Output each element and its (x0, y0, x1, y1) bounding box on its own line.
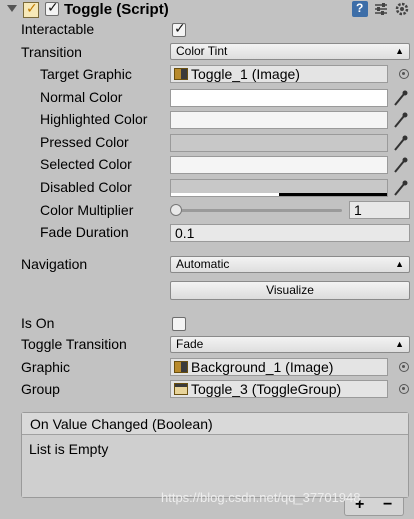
event-header: On Value Changed (Boolean) (22, 413, 408, 435)
is-on-checkbox[interactable] (172, 317, 186, 331)
visualize-button[interactable]: Visualize (170, 281, 410, 300)
group-field[interactable]: Toggle_3 (ToggleGroup) (170, 380, 409, 398)
toggle-component-icon: ✓ (23, 0, 39, 18)
empty-list-text: List is Empty (29, 441, 109, 457)
watermark: https://blog.csdn.net/qq_37701948 (161, 490, 361, 505)
navigation-label: Navigation (21, 256, 88, 272)
transition-dropdown[interactable]: Color Tint ▲ (170, 43, 410, 60)
toggle-transition-label: Toggle Transition (21, 336, 127, 352)
transition-value: Color Tint (176, 44, 228, 58)
group-label: Group (21, 381, 60, 397)
check-icon: ✓ (174, 20, 186, 36)
preset-sliders-icon[interactable] (373, 1, 389, 17)
pressed-color-swatch[interactable] (170, 134, 388, 152)
alpha-bar (171, 193, 279, 196)
normal-color-swatch[interactable] (170, 89, 388, 107)
normal-color-label: Normal Color (40, 89, 123, 105)
event-list-body: List is Empty (22, 435, 408, 497)
target-graphic-field[interactable]: Toggle_1 (Image) (170, 65, 409, 83)
color-multiplier-input[interactable]: 1 (349, 201, 410, 219)
dropdown-arrow-icon: ▲ (395, 46, 404, 56)
toggle-group-icon (174, 383, 188, 395)
eyedropper-icon[interactable] (392, 89, 408, 107)
component-enabled-checkbox[interactable]: ✓ (45, 0, 59, 16)
highlighted-color-swatch[interactable] (170, 111, 388, 129)
navigation-dropdown[interactable]: Automatic ▲ (170, 256, 410, 273)
color-multiplier-label: Color Multiplier (40, 202, 134, 218)
image-component-icon (174, 68, 188, 80)
foldout-arrow-icon[interactable] (7, 5, 17, 12)
interactable-label: Interactable (21, 21, 95, 37)
toggle-transition-value: Fade (176, 337, 204, 351)
pressed-color-label: Pressed Color (40, 134, 129, 150)
settings-gear-icon[interactable] (394, 1, 410, 17)
graphic-value: Background_1 (Image) (191, 359, 334, 375)
group-value: Toggle_3 (ToggleGroup) (191, 381, 342, 397)
alpha-bar (279, 193, 387, 196)
graphic-label: Graphic (21, 359, 71, 375)
help-book-icon[interactable]: ? (352, 1, 368, 17)
eyedropper-icon[interactable] (392, 156, 408, 174)
interactable-checkbox[interactable]: ✓ (172, 20, 186, 37)
fade-duration-label: Fade Duration (40, 224, 129, 240)
dropdown-arrow-icon: ▲ (395, 339, 404, 349)
dropdown-arrow-icon: ▲ (395, 259, 404, 269)
eyedropper-icon[interactable] (392, 179, 408, 197)
fade-duration-input[interactable]: 0.1 (170, 224, 410, 242)
eyedropper-icon[interactable] (392, 111, 408, 129)
object-picker-icon[interactable] (399, 384, 409, 394)
on-value-changed-event: On Value Changed (Boolean) List is Empty (21, 412, 409, 498)
object-picker-icon[interactable] (399, 362, 409, 372)
selected-color-swatch[interactable] (170, 156, 388, 174)
image-component-icon (174, 361, 188, 373)
selected-color-label: Selected Color (40, 156, 132, 172)
graphic-field[interactable]: Background_1 (Image) (170, 358, 409, 376)
color-multiplier-slider-thumb[interactable] (170, 204, 182, 216)
disabled-color-label: Disabled Color (40, 179, 132, 195)
eyedropper-icon[interactable] (392, 134, 408, 152)
is-on-label: Is On (21, 315, 55, 331)
check-icon: ✓ (47, 0, 59, 15)
color-multiplier-slider-track[interactable] (174, 209, 342, 212)
navigation-value: Automatic (176, 257, 230, 271)
object-picker-icon[interactable] (399, 69, 409, 79)
target-graphic-value: Toggle_1 (Image) (191, 66, 300, 82)
highlighted-color-label: Highlighted Color (40, 111, 148, 127)
target-graphic-label: Target Graphic (40, 66, 132, 82)
toggle-transition-dropdown[interactable]: Fade ▲ (170, 336, 410, 353)
transition-label: Transition (21, 44, 82, 60)
disabled-color-swatch[interactable] (170, 179, 388, 197)
component-header: ✓ ✓ Toggle (Script) ? (0, 0, 414, 20)
component-title: Toggle (Script) (64, 1, 169, 18)
remove-button[interactable]: − (383, 496, 392, 514)
